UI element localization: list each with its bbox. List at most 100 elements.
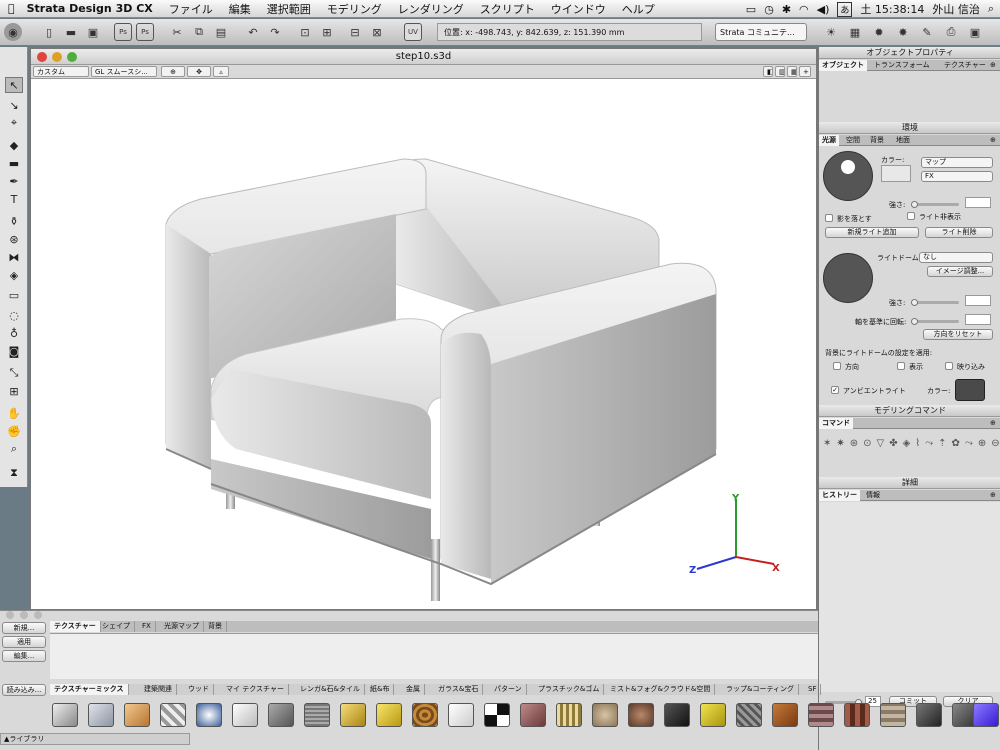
menu-rendering[interactable]: レンダリング (390, 1, 472, 17)
display-icon[interactable]: ▭ (746, 3, 756, 16)
category-metal[interactable]: 金属 (402, 684, 425, 695)
light-preview[interactable] (823, 151, 873, 201)
texture-swatch[interactable] (880, 703, 906, 727)
redo-icon[interactable]: ↷ (266, 23, 284, 41)
text-tool-icon[interactable]: T (5, 191, 23, 207)
measure-tool-icon[interactable]: ▭ (5, 287, 23, 303)
texture-swatch[interactable] (340, 703, 366, 727)
spotlight-icon[interactable]: ⌕ (988, 2, 994, 16)
tab-lightmaps[interactable]: 光源マップ (160, 621, 204, 632)
save-icon[interactable]: ▣ (84, 23, 102, 41)
texture-swatch[interactable] (772, 703, 798, 727)
palette-close-icon[interactable] (6, 611, 14, 619)
cast-shadow-checkbox[interactable] (825, 214, 833, 222)
ambient-color-swatch[interactable] (955, 379, 985, 401)
minimize-window-icon[interactable] (52, 52, 62, 62)
reflect-checkbox[interactable] (945, 362, 953, 370)
hide-light-checkbox[interactable] (907, 212, 915, 220)
category-pattern[interactable]: パターン (490, 684, 527, 695)
hand-tool-icon[interactable]: ✋ (5, 405, 23, 421)
tab-texture[interactable]: テクスチャー (941, 60, 989, 71)
cube-tool-icon[interactable]: ◆ (5, 137, 23, 153)
texture-swatch[interactable] (196, 703, 222, 727)
add-view-icon[interactable]: + (799, 66, 811, 77)
move-view-icon[interactable]: ✥ (187, 66, 211, 77)
eyedropper-tool-icon[interactable]: ⧗ (5, 465, 23, 481)
link-icon[interactable]: ⊟ (346, 23, 364, 41)
export-icon[interactable]: ⎙ (942, 23, 960, 41)
copy-icon[interactable]: ⧉ (190, 23, 208, 41)
load-library-button[interactable]: 読み込み... (2, 684, 46, 696)
grid-toggle-icon[interactable]: ▵ (213, 66, 229, 77)
add-light-button[interactable]: 新規ライト追加 (825, 227, 919, 238)
tab-object[interactable]: オブジェクト (819, 60, 867, 71)
palette-minimize-icon[interactable] (20, 611, 28, 619)
texture-swatch[interactable] (844, 703, 870, 727)
map-select[interactable]: マップ (921, 157, 993, 168)
view-select[interactable]: カスタム (33, 66, 89, 77)
extrude-tool-icon[interactable]: ◈ (5, 267, 23, 283)
tab-background[interactable]: 背景 (867, 135, 887, 146)
menu-selection[interactable]: 選択範囲 (259, 1, 319, 17)
texture-swatch[interactable] (268, 703, 294, 727)
texture-swatch[interactable] (916, 703, 942, 727)
texture-swatch[interactable] (160, 703, 186, 727)
category-wrap-coating[interactable]: ラップ&コーティング (722, 684, 800, 695)
intensity2-input[interactable] (965, 295, 991, 306)
category-mist-fog[interactable]: ミスト&フォグ&クラウド&空間 (606, 684, 716, 695)
paste-icon[interactable]: ▤ (212, 23, 230, 41)
open-folder-icon[interactable]: ▬ (62, 23, 80, 41)
texture-swatch[interactable] (124, 703, 150, 727)
tab-shapes[interactable]: シェイプ (98, 621, 135, 632)
details-tab-menu-icon[interactable]: ⊕ (987, 490, 999, 501)
menu-script[interactable]: スクリプト (472, 1, 543, 17)
texture-swatch[interactable] (232, 703, 258, 727)
save-render-icon[interactable]: ▣ (966, 23, 984, 41)
3d-viewport[interactable]: Y X Z (31, 79, 816, 609)
ungroup-icon[interactable]: ⊞ (318, 23, 336, 41)
texture-swatch[interactable] (484, 703, 510, 727)
edit-resource-button[interactable]: 編集... (2, 650, 46, 662)
rotate-slider[interactable] (911, 320, 959, 323)
bevel-tool-icon[interactable]: ⊛ (5, 231, 23, 247)
intensity-slider-knob[interactable] (911, 201, 918, 208)
tab-commands[interactable]: コマンド (819, 418, 853, 429)
render-settings-icon[interactable]: ✸ (894, 23, 912, 41)
clock[interactable]: 土 15:38:14 (860, 1, 924, 17)
history-list[interactable] (819, 502, 1000, 692)
tab-backgrounds[interactable]: 背景 (204, 621, 227, 632)
texture-swatch[interactable] (736, 703, 762, 727)
texture-swatch[interactable] (520, 703, 546, 727)
texture-swatch[interactable] (700, 703, 726, 727)
object-tab-menu-icon[interactable]: ⊕ (987, 60, 999, 71)
pen-tool-icon[interactable]: ✒ (5, 173, 23, 189)
mirror-tool-icon[interactable]: ⧓ (5, 249, 23, 265)
texture-swatch[interactable] (52, 703, 78, 727)
cut-icon[interactable]: ✂ (168, 23, 186, 41)
zoom-window-icon[interactable] (67, 52, 77, 62)
tab-fx[interactable]: FX (138, 621, 156, 632)
strata-logo-icon[interactable]: ◉ (4, 23, 22, 41)
close-window-icon[interactable] (37, 52, 47, 62)
category-my-textures[interactable]: マイ テクスチャー (222, 684, 289, 695)
select-tool-icon[interactable]: ↖ (5, 77, 23, 93)
menu-modeling[interactable]: モデリング (319, 1, 390, 17)
category-brick-stone[interactable]: レンガ&石&タイル (296, 684, 365, 695)
settings-icon[interactable]: ✹ (870, 23, 888, 41)
volume-icon[interactable]: ◀) (817, 3, 830, 16)
delete-light-button[interactable]: ライト削除 (925, 227, 993, 238)
light-color-swatch[interactable] (881, 165, 911, 182)
reset-direction-button[interactable]: 方向をリセット (923, 329, 993, 340)
light-icon[interactable]: ☀ (822, 23, 840, 41)
direction-checkbox[interactable] (833, 362, 841, 370)
category-glass-gem[interactable]: ガラス&宝石 (434, 684, 484, 695)
menu-edit[interactable]: 編集 (221, 1, 259, 17)
brush-icon[interactable]: ✎ (918, 23, 936, 41)
sofa-model[interactable]: Y X Z (31, 79, 816, 609)
tab-textures[interactable]: テクスチャー (50, 621, 101, 632)
rectangle-tool-icon[interactable]: ▬ (5, 155, 23, 171)
category-plastic-rubber[interactable]: プラスチック&ゴム (534, 684, 605, 695)
unlink-icon[interactable]: ⊠ (368, 23, 386, 41)
community-select[interactable]: Strata コミュニテ... (715, 23, 807, 41)
apply-resource-button[interactable]: 適用 (2, 636, 46, 648)
